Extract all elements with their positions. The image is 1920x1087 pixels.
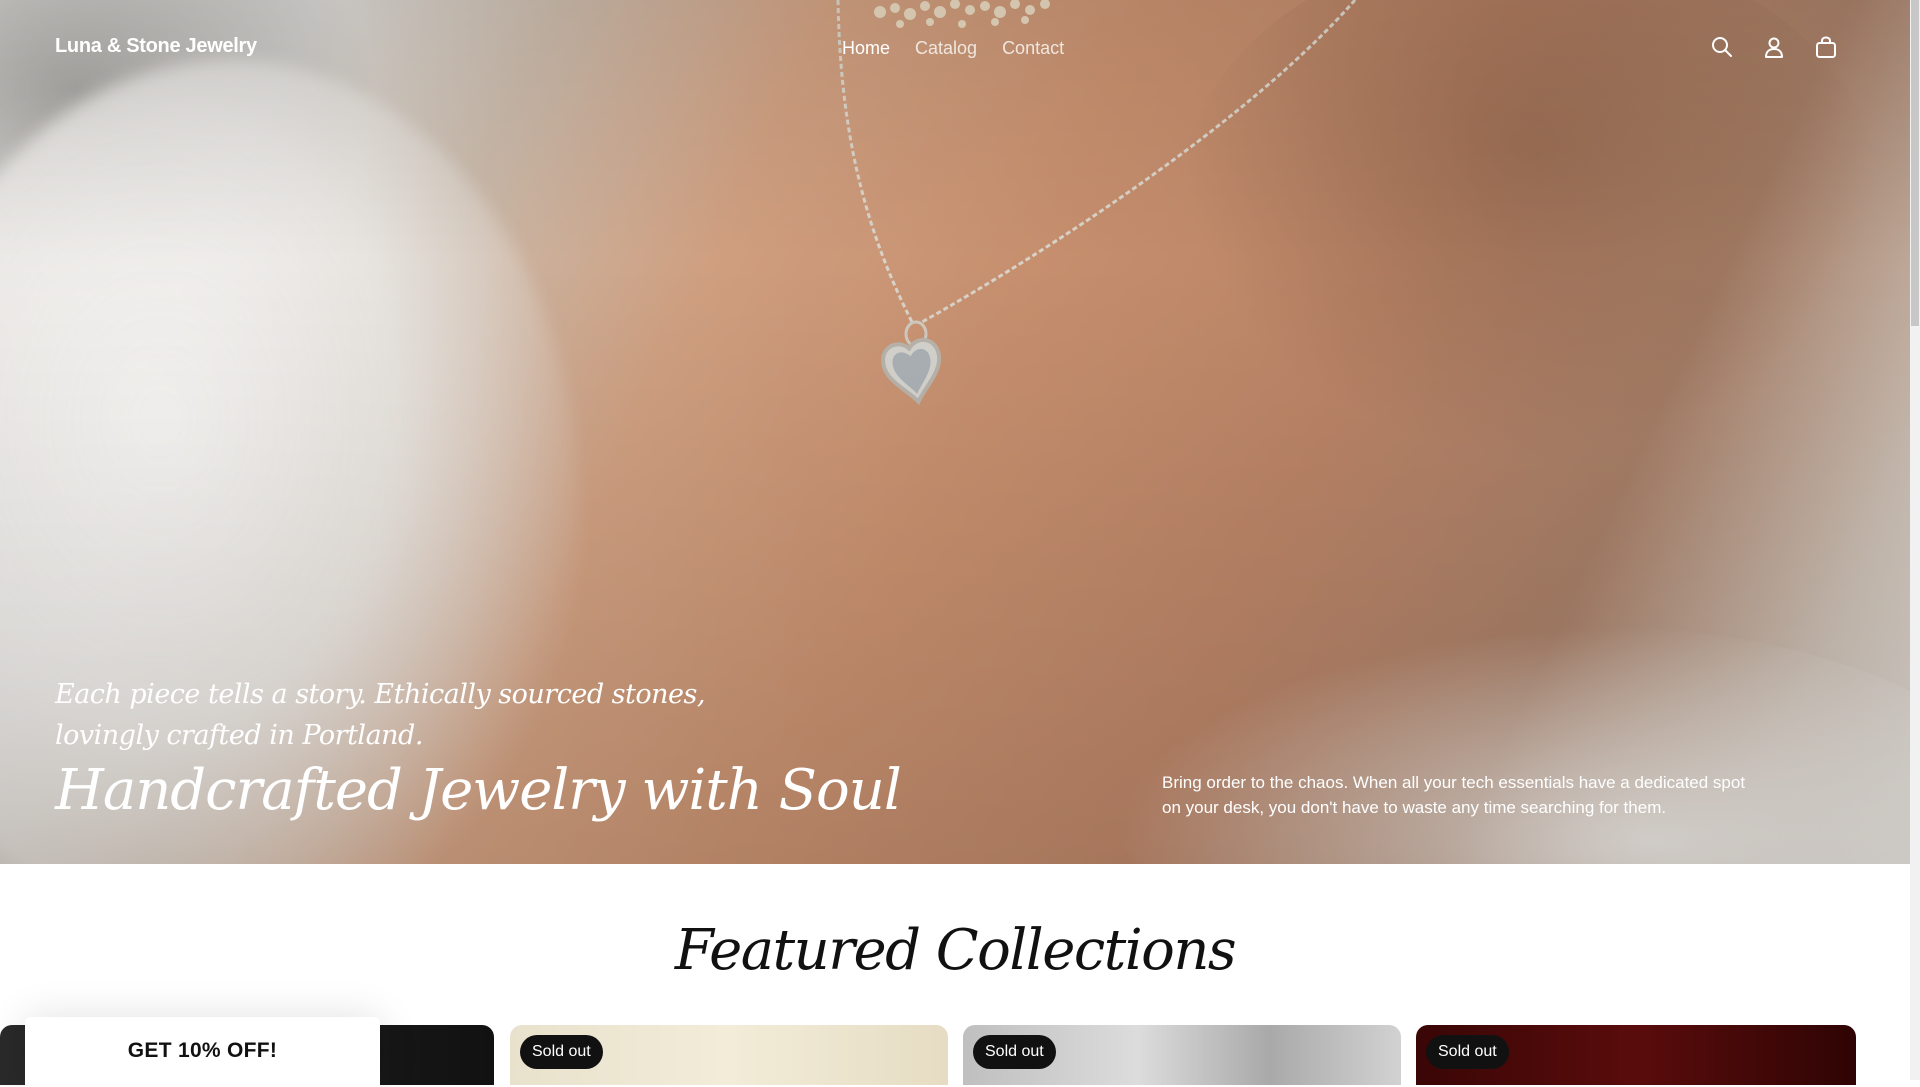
site-header: Luna & Stone Jewelry Home Catalog Contac… xyxy=(0,0,1910,96)
sold-out-badge: Sold out xyxy=(520,1035,603,1069)
scrollbar-thumb[interactable] xyxy=(1911,0,1919,326)
collection-card[interactable]: Sold out xyxy=(1416,1025,1856,1085)
sold-out-badge: Sold out xyxy=(1426,1035,1509,1069)
brand-logo[interactable]: Luna & Stone Jewelry xyxy=(55,35,257,58)
featured-collections-heading: Featured Collections xyxy=(674,918,1237,983)
discount-popup-tab[interactable]: GET 10% OFF! xyxy=(25,1017,380,1087)
hero-subtitle: Each piece tells a story. Ethically sour… xyxy=(55,679,705,751)
main-nav: Home Catalog Contact xyxy=(842,38,1089,59)
hero-title: Handcrafted Jewelry with Soul xyxy=(55,758,902,823)
sold-out-badge: Sold out xyxy=(973,1035,1056,1069)
hero-description: Bring order to the chaos. When all your … xyxy=(1162,773,1746,817)
search-icon[interactable] xyxy=(1710,35,1734,59)
cart-icon[interactable] xyxy=(1814,35,1838,59)
account-icon[interactable] xyxy=(1762,35,1786,59)
collection-card[interactable]: Sold out xyxy=(963,1025,1401,1085)
discount-popup-label[interactable]: GET 10% OFF! xyxy=(25,1039,380,1063)
nav-link-catalog[interactable]: Catalog xyxy=(915,38,977,59)
nav-link-home[interactable]: Home xyxy=(842,38,890,59)
header-icons xyxy=(1710,35,1866,59)
nav-link-contact[interactable]: Contact xyxy=(1002,38,1064,59)
collection-card[interactable]: Sold out xyxy=(510,1025,948,1085)
